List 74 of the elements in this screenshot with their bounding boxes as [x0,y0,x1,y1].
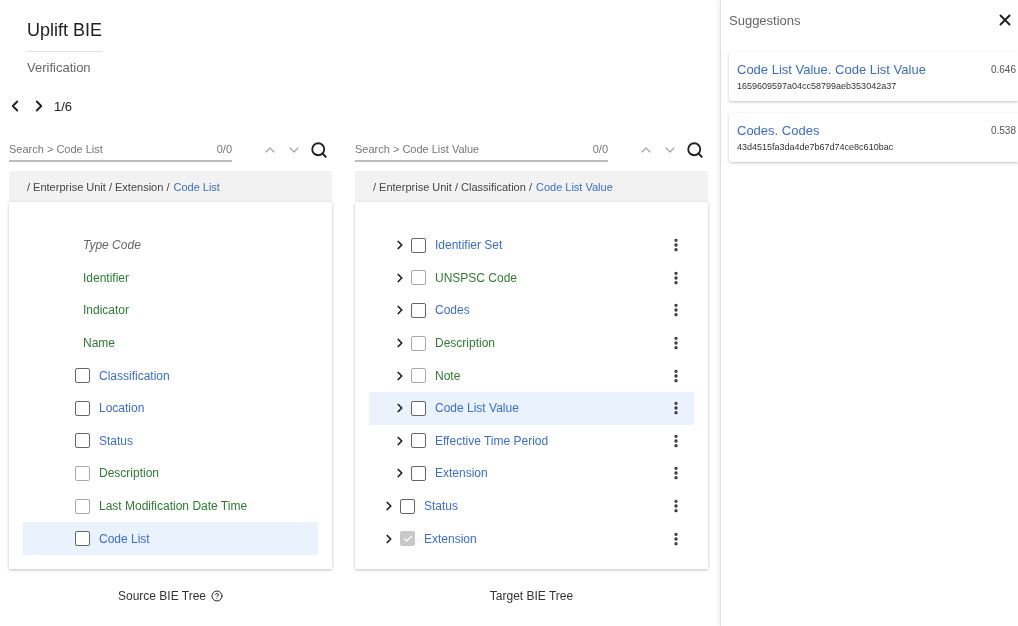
tree-row[interactable]: Note [369,359,694,392]
field-label: Identifier [83,270,130,285]
check-icon [402,533,413,544]
checkbox[interactable] [411,433,426,449]
tree-row[interactable]: Classification [23,359,318,392]
search-field[interactable]: Search > Code List Value [355,143,593,155]
field-label: Type Code [83,238,141,253]
node-label: Description [435,336,496,351]
checkbox[interactable] [75,433,90,449]
checkbox[interactable] [411,465,426,481]
match-count: 0/0 [592,143,608,155]
checkbox[interactable] [411,270,426,286]
page-title: Uplift BIE [27,20,103,52]
tree-row[interactable]: Description [23,457,318,490]
tree-row[interactable]: Status [23,424,318,458]
checkbox[interactable] [75,400,90,416]
node-label: Status [424,499,459,514]
tree-row[interactable]: Location [23,391,318,425]
suggestion-score: 0.646 [990,64,1016,75]
suggestion-link[interactable]: Codes. Codes [737,123,991,138]
node-label: Code List [99,531,150,546]
node-label: Identifier Set [435,238,503,253]
tree-row[interactable]: Codes [369,294,694,327]
field-label: Name [83,336,115,351]
tree-row[interactable]: Code List Value [369,391,694,425]
panel-title: Suggestions [729,12,802,28]
tree-row[interactable]: Identifier Set [369,229,694,262]
page-subtitle: Verification [27,60,91,75]
node-label: Classification [99,368,170,383]
checkbox[interactable] [75,465,90,481]
suggestion-card[interactable]: Codes. Codes 0.538 43d4515fa3da4de7b67d74ce8c610bac [729,113,1018,162]
search-field[interactable]: Search > Code List [9,143,217,155]
checkbox[interactable] [400,498,415,514]
node-label: Codes [435,303,470,318]
node-label: Last Modification Date Time [99,499,248,514]
node-label: UNSPSC Code [435,270,518,285]
breadcrumb-path: / Enterprise Unit / Extension / [27,180,170,193]
suggestion-card[interactable]: Code List Value. Code List Value 0.646 1659609597a04cc58799aeb353042a37 [729,52,1018,101]
suggestion-link[interactable]: Code List Value. Code List Value [737,62,991,77]
node-label: Extension [424,531,477,546]
suggestion-score: 0.538 [990,125,1016,136]
tree-row[interactable]: UNSPSC Code [369,261,694,295]
suggestion-id: 43d4515fa3da4de7b67d74ce8c610bac [737,142,895,152]
tree-caption: Target BIE Tree [489,589,574,603]
node-label: Description [99,466,160,481]
field-label: Indicator [83,303,130,318]
suggestion-id: 1659609597a04cc58799aeb353042a37 [737,81,898,91]
match-count: 0/0 [216,143,232,155]
checkbox[interactable] [411,237,426,253]
checkbox[interactable] [75,368,90,384]
tree-row[interactable]: Status [369,489,694,523]
tree-row[interactable]: Extension [369,457,694,490]
checkbox[interactable] [411,400,426,416]
node-label: Effective Time Period [435,433,549,448]
tree-row[interactable]: Description [369,326,694,360]
help-icon[interactable] [211,590,223,602]
node-label: Location [99,401,145,416]
node-label: Code List Value [435,401,519,416]
node-label: Extension [435,466,488,481]
page-position: 1/6 [54,98,73,114]
checkbox[interactable] [411,368,426,384]
tree-caption: Source BIE Tree [117,589,206,603]
tree-row[interactable]: Effective Time Period [369,424,694,458]
checkbox[interactable] [411,335,426,351]
node-label: Note [435,368,461,383]
node-label: Status [99,433,134,448]
checkbox[interactable] [75,498,90,514]
tree-row[interactable]: Code List [23,522,318,555]
checkbox[interactable] [75,531,90,547]
breadcrumb-path: / Enterprise Unit / Classification / [373,180,532,193]
tree-row[interactable]: Last Modification Date Time [23,489,318,523]
checkbox[interactable] [411,303,426,318]
breadcrumb-link[interactable]: Code List Value [535,180,613,193]
breadcrumb-link[interactable]: Code List [173,180,220,193]
